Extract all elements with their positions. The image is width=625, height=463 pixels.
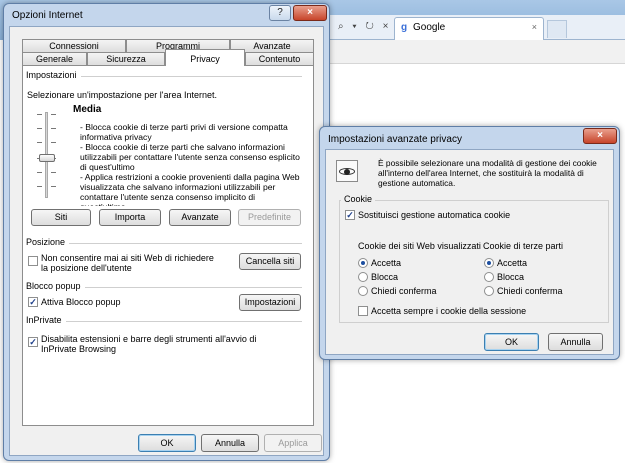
first-party-accept-label: Accetta [371,258,402,268]
tab-contenuto[interactable]: Contenuto [245,52,314,66]
third-party-accept-radio[interactable] [484,258,494,268]
third-party-block-label: Blocca [497,272,525,282]
slider-tick [37,128,42,129]
browser-tab-google[interactable]: g Google × [394,17,544,40]
popup-blocker-checkbox[interactable]: ✓ [28,297,38,307]
browser-command-bar [330,40,625,64]
tab-privacy[interactable]: Privacy [165,49,245,66]
close-button[interactable]: × [293,5,327,21]
first-party-prompt-label: Chiedi conferma [371,286,437,296]
slider-tick [51,142,56,143]
slider-tick [37,186,42,187]
advanced-cancel-button[interactable]: Annulla [548,333,603,351]
slider-tick [37,114,42,115]
tab-sicurezza[interactable]: Sicurezza [87,52,165,66]
session-cookies-label: Accetta sempre i cookie della sessione [371,306,527,316]
settings-group-title: Impostazioni [26,70,81,80]
popup-blocker-label: Attiva Blocco popup [41,297,121,307]
first-party-accept-radio[interactable] [358,258,368,268]
advanced-button[interactable]: Avanzate [169,209,231,226]
privacy-eye-icon [336,160,358,182]
import-button[interactable]: Importa [99,209,161,226]
slider-tick [51,128,56,129]
default-button[interactable]: Predefinite [238,209,301,226]
override-automatic-label: Sostituisci gestione automatica cookie [358,210,511,220]
slider-tick [51,172,56,173]
google-favicon-icon: g [400,22,408,33]
third-party-prompt-radio[interactable] [484,286,494,296]
new-tab-button[interactable] [547,20,567,38]
override-automatic-checkbox[interactable]: ✓ [345,210,355,220]
first-party-header: Cookie dei siti Web visualizzati [358,241,481,251]
inprivate-group-title: InPrivate [26,315,66,325]
first-party-block-label: Blocca [371,272,399,282]
popup-settings-button[interactable]: Impostazioni [239,294,301,311]
inprivate-checkbox[interactable]: ✓ [28,337,38,347]
address-bar-icons[interactable]: ⌕ ▾ ↻ × [338,21,391,32]
advanced-dialog-title: Impostazioni avanzate privacy [328,134,462,145]
privacy-slider-thumb[interactable] [39,154,55,162]
slider-tick [51,186,56,187]
session-cookies-checkbox[interactable] [358,306,368,316]
dialog-title: Opzioni Internet [12,10,83,21]
advanced-intro-text: È possibile selezionare una modalità di … [378,158,597,188]
advanced-ok-button[interactable]: OK [484,333,539,351]
tab-generale[interactable]: Generale [22,52,87,66]
close-tab-icon[interactable]: × [532,22,537,32]
slider-tick [37,142,42,143]
first-party-block-radio[interactable] [358,272,368,282]
first-party-prompt-radio[interactable] [358,286,368,296]
position-group-title: Posizione [26,237,70,247]
cancel-button[interactable]: Annulla [201,434,259,452]
third-party-block-radio[interactable] [484,272,494,282]
third-party-accept-label: Accetta [497,258,528,268]
third-party-prompt-label: Chiedi conferma [497,286,563,296]
tab-connessioni[interactable]: Connessioni [22,39,126,53]
cookie-group-title: Cookie [341,194,376,204]
popup-group-title: Blocco popup [26,281,85,291]
inprivate-checkbox-label: Disabilita estensioni e barre degli stru… [41,334,257,354]
ok-button[interactable]: OK [138,434,196,452]
apply-button[interactable]: Applica [264,434,322,452]
position-checkbox[interactable] [28,256,38,266]
settings-instruction: Selezionare un'impostazione per l'area I… [27,90,218,100]
privacy-level-description: - Blocca cookie di terze parti privi di … [80,122,300,206]
browser-tab-title: Google [413,22,446,33]
inprivate-divider [26,321,302,322]
slider-tick [51,114,56,115]
sites-button[interactable]: Siti [31,209,91,226]
privacy-level-label: Media [73,104,102,115]
help-button[interactable]: ? [269,5,291,21]
slider-tick [37,172,42,173]
position-checkbox-label: Non consentire mai ai siti Web di richie… [41,253,214,273]
clear-sites-button[interactable]: Cancella siti [239,253,301,270]
third-party-header: Cookie di terze parti [483,241,564,251]
advanced-close-button[interactable]: × [583,128,617,144]
